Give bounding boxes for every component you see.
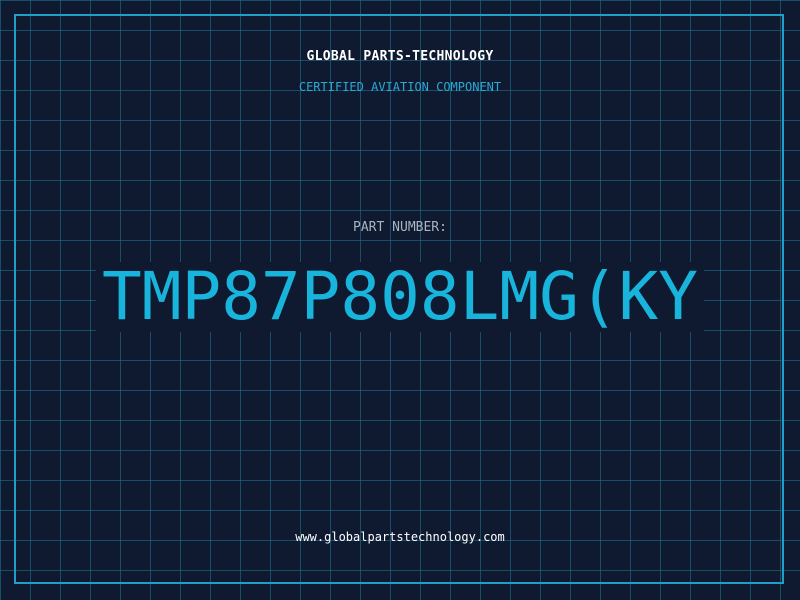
part-number-value: TMP87P808LMG(KY (95, 262, 705, 332)
brand-subtitle: CERTIFIED AVIATION COMPONENT (298, 80, 502, 94)
brand-title: GLOBAL PARTS-TECHNOLOGY (306, 49, 494, 64)
part-card: GLOBAL PARTS-TECHNOLOGY CERTIFIED AVIATI… (0, 0, 800, 600)
part-number-label: PART NUMBER: (353, 220, 447, 235)
website-url: www.globalpartstechnology.com (295, 530, 505, 544)
part-number-container: TMP87P808LMG(KY (0, 262, 800, 332)
